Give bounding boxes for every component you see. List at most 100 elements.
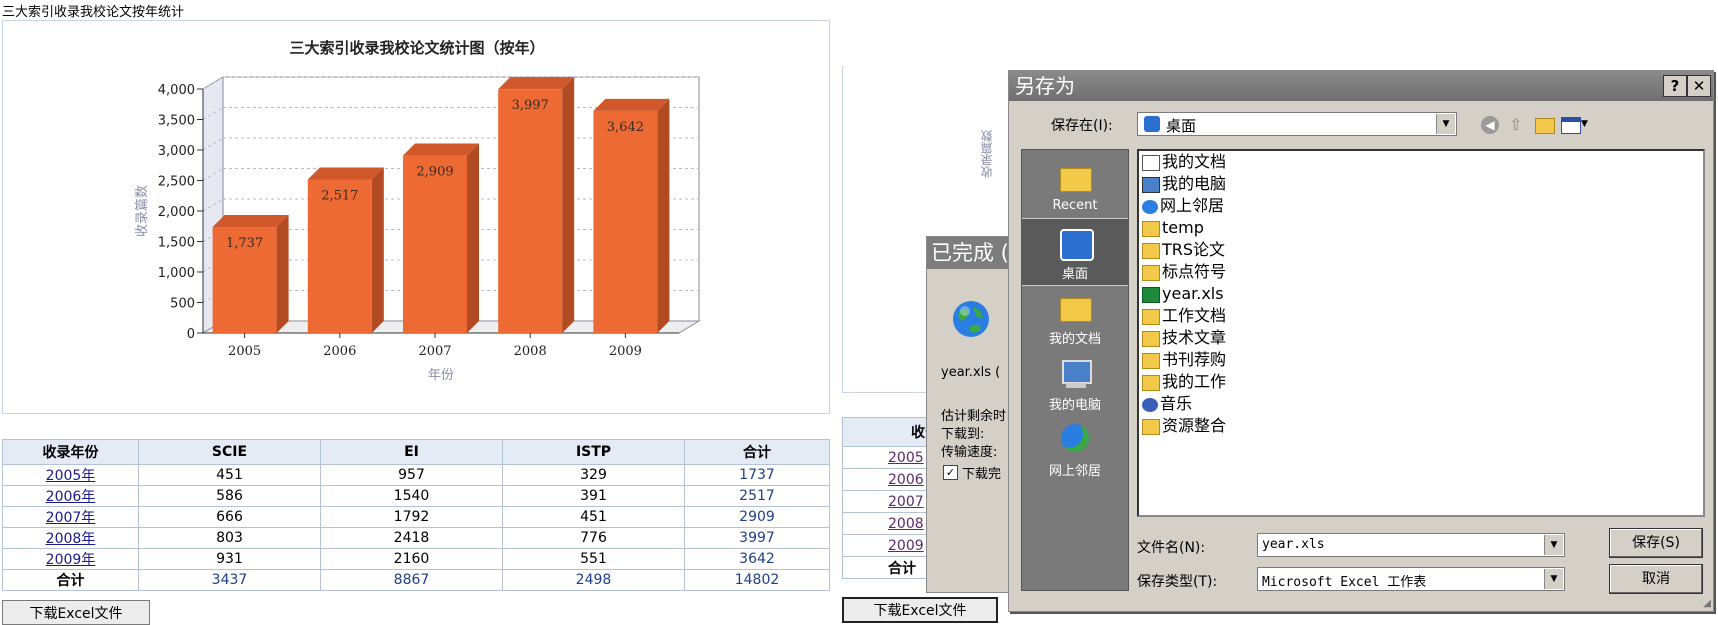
place-my-computer[interactable]: 我的电脑 (1022, 350, 1128, 416)
place-my-documents[interactable]: 我的文档 (1022, 284, 1128, 350)
save-as-dialog: 另存为 ? ✕ 保存在(I): 桌面 ▼ ◀ ⇧ ▼ Recent 桌面 我的文… (1008, 70, 1714, 612)
bar-value-label: 3,997 (512, 98, 549, 113)
background-year-link[interactable]: 2006 (888, 472, 924, 488)
filename-label: 文件名(N): (1137, 540, 1206, 556)
place-network[interactable]: 网上邻居 (1022, 416, 1128, 482)
close-when-done-checkbox[interactable]: ✓ (943, 465, 958, 480)
bar (498, 89, 563, 333)
background-download-excel-button[interactable]: 下载Excel文件 (842, 597, 998, 623)
new-folder-icon[interactable] (1535, 118, 1555, 134)
list-item[interactable]: 音乐 (1142, 393, 1192, 415)
chevron-down-icon[interactable]: ▼ (1581, 119, 1588, 129)
close-button[interactable]: ✕ (1687, 75, 1711, 97)
help-button[interactable]: ? (1663, 75, 1687, 97)
col-header-scie: SCIE (138, 439, 321, 465)
bar-value-label: 2,909 (416, 165, 453, 180)
year-link-2009[interactable]: 2009年 (46, 552, 96, 568)
x-tick-label: 2008 (514, 344, 547, 359)
background-year-link[interactable]: 2005 (888, 450, 924, 466)
list-item[interactable]: temp (1142, 217, 1204, 239)
bar-side (276, 215, 289, 333)
download-excel-button[interactable]: 下载Excel文件 (2, 600, 150, 625)
y-tick-label: 2,000 (158, 205, 195, 220)
list-item[interactable]: 我的文档 (1142, 151, 1226, 173)
cell-istp: 329 (502, 464, 685, 486)
list-item[interactable]: 技术文章 (1142, 327, 1226, 349)
progress-download-to: 下载到: (941, 427, 985, 442)
save-as-titlebar: 另存为 ? ✕ (1009, 71, 1713, 101)
cancel-button[interactable]: 取消 (1609, 564, 1703, 594)
list-item[interactable]: year.xls (1142, 283, 1224, 305)
list-item[interactable]: 书刊荐购 (1142, 349, 1226, 371)
filename-input[interactable]: year.xls ▼ (1257, 533, 1565, 557)
chevron-down-icon: ▼ (1436, 114, 1455, 134)
progress-transfer-rate: 传输速度: (941, 445, 998, 460)
folder-icon (1142, 242, 1160, 259)
list-item[interactable]: 标点符号 (1142, 261, 1226, 283)
stats-table: 收录年份 SCIE EI ISTP 合计 2005年 451 957 329 1… (2, 439, 830, 591)
y-axis-label: 收录篇数 (135, 185, 150, 237)
place-desktop[interactable]: 桌面 (1022, 218, 1128, 286)
my-documents-icon (1142, 154, 1160, 171)
file-list: 我的文档 我的电脑 网上邻居 temp TRS论文 标点符号 year.xls … (1137, 149, 1705, 517)
folder-icon (1142, 264, 1160, 281)
footer-istp: 2498 (502, 569, 685, 591)
recent-folder-icon (1056, 160, 1094, 194)
bar-top (212, 215, 289, 228)
resize-grip-icon[interactable]: ◢ (1703, 598, 1711, 609)
bar-side (467, 143, 479, 333)
save-button[interactable]: 保存(S) (1609, 528, 1703, 558)
cell-total: 1737 (684, 464, 830, 486)
year-link-2008[interactable]: 2008年 (46, 531, 96, 547)
cell-istp: 776 (502, 527, 685, 549)
cell-ei: 1540 (320, 485, 503, 507)
folder-shortcut-icon (1142, 352, 1160, 369)
list-item[interactable]: 工作文档 (1142, 305, 1226, 327)
save-in-select[interactable]: 桌面 ▼ (1137, 112, 1457, 136)
folder-shortcut-icon (1142, 418, 1160, 435)
x-tick-label: 2007 (418, 344, 451, 359)
filetype-value: Microsoft Excel 工作表 (1262, 575, 1427, 590)
footer-scie: 3437 (138, 569, 321, 591)
background-year-link[interactable]: 2007 (888, 494, 924, 510)
filetype-select[interactable]: Microsoft Excel 工作表 ▼ (1257, 567, 1565, 591)
year-link-2007[interactable]: 2007年 (46, 510, 96, 526)
save-in-label: 保存在(I): (1051, 118, 1113, 134)
list-item[interactable]: 我的电脑 (1142, 173, 1226, 195)
list-item[interactable]: TRS论文 (1142, 239, 1225, 261)
background-year-link[interactable]: 2008 (888, 516, 924, 532)
folder-shortcut-icon (1142, 308, 1160, 325)
x-axis-label: 年份 (428, 368, 454, 383)
filename-value: year.xls (1262, 537, 1325, 552)
cell-total: 3997 (684, 527, 830, 549)
x-tick-label: 2009 (609, 344, 642, 359)
year-link-2006[interactable]: 2006年 (46, 489, 96, 505)
cell-total: 2909 (684, 506, 830, 528)
place-recent[interactable]: Recent (1022, 154, 1128, 220)
table-row: 2007年 666 1792 451 2909 (2, 506, 830, 528)
list-item[interactable]: 资源整合 (1142, 415, 1226, 437)
filetype-label: 保存类型(T): (1137, 574, 1218, 590)
back-icon[interactable]: ◀ (1481, 116, 1499, 134)
cell-istp: 551 (502, 548, 685, 570)
up-folder-icon[interactable]: ⇧ (1509, 115, 1527, 135)
y-tick-label: 1,000 (158, 266, 195, 281)
chart-title: 三大索引收录我校论文统计图（按年） (289, 39, 544, 57)
background-y-axis-label: 收录篇数 (980, 130, 994, 178)
network-globe-icon (1142, 199, 1158, 214)
background-year-link[interactable]: 2009 (888, 538, 924, 554)
bar (403, 155, 467, 333)
globe-icon (953, 301, 989, 337)
view-menu-icon[interactable] (1561, 117, 1581, 134)
y-tick-label: 3,500 (158, 114, 195, 129)
cell-ei: 1792 (320, 506, 503, 528)
footer-label: 合计 (2, 569, 139, 591)
year-link-2005[interactable]: 2005年 (46, 468, 96, 484)
y-tick-label: 2,500 (158, 175, 195, 190)
progress-filename: year.xls ( (941, 365, 1001, 380)
list-item[interactable]: 我的工作 (1142, 371, 1226, 393)
list-item[interactable]: 网上邻居 (1142, 195, 1224, 217)
bar-side (657, 98, 670, 333)
chevron-down-icon: ▼ (1544, 569, 1563, 589)
bar-value-label: 3,642 (607, 120, 644, 135)
